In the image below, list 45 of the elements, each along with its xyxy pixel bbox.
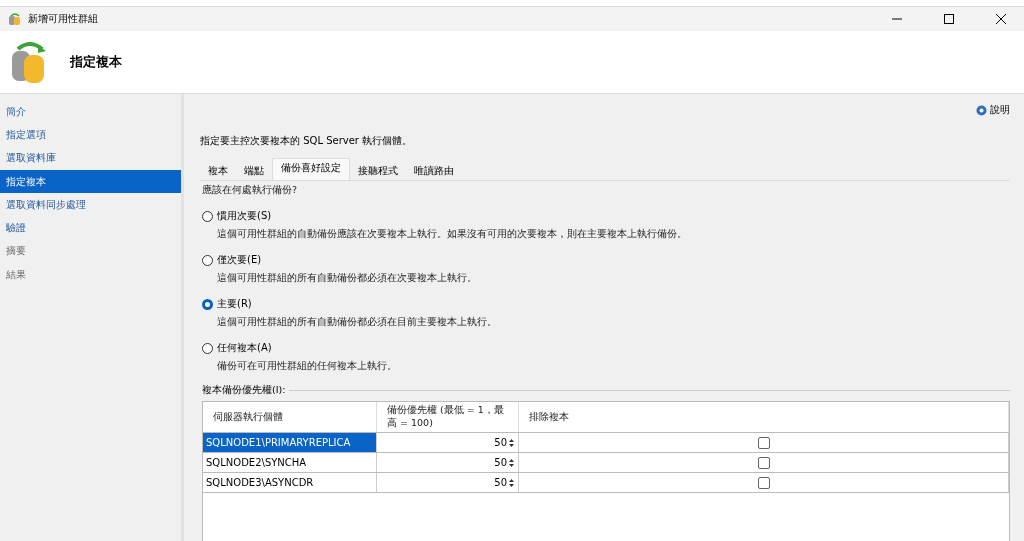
sidebar-item[interactable]: 指定複本 (0, 169, 181, 194)
table-cell[interactable]: SQLNODE3\ASYNCDR (203, 473, 377, 492)
column-header: 伺服器執行個體 (203, 402, 377, 432)
maximize-icon[interactable] (944, 14, 954, 24)
column-header: 備份優先權 (最低 = 1，最高 = 100) (377, 402, 519, 432)
help-icon[interactable] (976, 104, 987, 116)
table-cell[interactable]: SQLNODE1\PRIMARYREPLICA (203, 433, 377, 452)
option-label: 主要(R) (217, 297, 252, 311)
question-text: 應該在何處執行備份? (202, 184, 299, 197)
sidebar-item[interactable]: 選取資料同步處理 (0, 193, 181, 217)
tab[interactable]: 備份喜好設定 (272, 158, 350, 180)
window-title: 新增可用性群組 (28, 12, 99, 26)
instruction-text: 指定要主控次要複本的 SQL Server 執行個體。 (200, 134, 414, 148)
radio-button[interactable] (202, 342, 213, 354)
option-description: 這個可用性群組的所有自動備份都必須在目前主要複本上執行。 (216, 316, 498, 329)
app-icon (8, 12, 22, 26)
radio-button[interactable] (202, 210, 213, 222)
column-header: 排除複本 (519, 402, 1009, 432)
option-description: 備份可在可用性群組的任何複本上執行。 (216, 360, 398, 373)
option-description: 這個可用性群組的自動備份應該在次要複本上執行。如果沒有可用的次要複本，則在主要複本上執行備份。 (216, 228, 688, 241)
radio-button[interactable] (202, 298, 213, 310)
radio-button[interactable] (202, 254, 213, 266)
checkbox[interactable] (757, 476, 770, 489)
tab[interactable]: 複本 (200, 162, 236, 180)
table-cell[interactable]: SQLNODE2\SYNCHA (203, 453, 377, 472)
help-link[interactable]: 說明 (990, 103, 1010, 117)
close-icon[interactable] (996, 14, 1006, 24)
sidebar-item[interactable]: 選取資料庫 (0, 146, 181, 170)
priority-spinner[interactable]: 50 (377, 473, 519, 492)
sidebar-item[interactable]: 簡介 (0, 100, 181, 124)
tab[interactable]: 接聽程式 (350, 162, 406, 180)
page-title: 指定複本 (70, 53, 122, 71)
option-label: 僅次要(E) (217, 253, 262, 267)
group-title: 複本備份優先權(I): (202, 384, 286, 397)
priority-spinner[interactable]: 50 (377, 453, 519, 472)
priority-spinner[interactable]: 50 (377, 433, 519, 452)
option-description: 這個可用性群組的所有自動備份都必須在次要複本上執行。 (216, 272, 478, 285)
sidebar-item[interactable]: 驗證 (0, 216, 181, 240)
sidebar-item[interactable]: 指定選項 (0, 123, 181, 147)
option-label: 任何複本(A) (217, 341, 272, 355)
tab[interactable]: 唯讀路由 (406, 162, 462, 180)
tab[interactable]: 端點 (236, 162, 272, 180)
option-label: 慣用次要(S) (217, 209, 272, 223)
checkbox[interactable] (757, 456, 770, 469)
checkbox[interactable] (757, 436, 770, 449)
